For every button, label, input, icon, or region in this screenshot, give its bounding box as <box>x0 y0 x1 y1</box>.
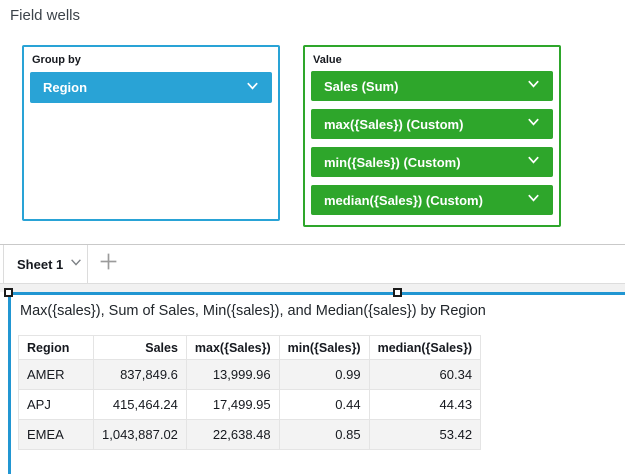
value-cell: 53.42 <box>369 420 480 450</box>
chevron-down-icon[interactable] <box>526 190 541 210</box>
pill-label: Region <box>43 80 245 95</box>
group-by-field-pill[interactable]: Region <box>30 72 272 103</box>
pill-label: Sales (Sum) <box>324 79 526 94</box>
table-row: APJ415,464.2417,499.950.4444.43 <box>19 390 481 420</box>
sheet-tab-bar: Sheet 1 <box>0 245 625 283</box>
column-header[interactable]: median({Sales}) <box>369 336 480 360</box>
value-cell: 0.99 <box>279 360 369 390</box>
value-cell: 0.85 <box>279 420 369 450</box>
visual-selection-border-left <box>8 292 11 474</box>
pill-label: min({Sales}) (Custom) <box>324 155 526 170</box>
region-cell: APJ <box>19 390 94 420</box>
chevron-down-icon[interactable] <box>245 78 260 98</box>
sheet-tab[interactable]: Sheet 1 <box>3 245 88 283</box>
value-cell: 837,849.6 <box>94 360 187 390</box>
region-cell: AMER <box>19 360 94 390</box>
plus-icon <box>98 251 119 277</box>
value-field-pill[interactable]: min({Sales}) (Custom) <box>311 147 553 177</box>
value-cell: 44.43 <box>369 390 480 420</box>
chevron-down-icon[interactable] <box>69 255 83 274</box>
resize-handle-top-center[interactable] <box>393 288 402 297</box>
column-header[interactable]: Sales <box>94 336 187 360</box>
visual-selection-border-top <box>8 292 625 295</box>
region-cell: EMEA <box>19 420 94 450</box>
value-field-pill[interactable]: median({Sales}) (Custom) <box>311 185 553 215</box>
column-header[interactable]: min({Sales}) <box>279 336 369 360</box>
value-cell: 0.44 <box>279 390 369 420</box>
data-table: RegionSalesmax({Sales})min({Sales})media… <box>18 335 481 450</box>
chevron-down-icon[interactable] <box>526 76 541 96</box>
add-sheet-button[interactable] <box>95 245 121 283</box>
value-cell: 17,499.95 <box>186 390 279 420</box>
value-field-pill[interactable]: Sales (Sum) <box>311 71 553 101</box>
table-row: EMEA1,043,887.0222,638.480.8553.42 <box>19 420 481 450</box>
column-header[interactable]: Region <box>19 336 94 360</box>
chevron-down-icon[interactable] <box>526 114 541 134</box>
visual-title: Max({sales}), Sum of Sales, Min({sales})… <box>20 303 486 319</box>
value-label: Value <box>313 54 342 66</box>
value-field-well[interactable]: Value Sales (Sum) max({Sales}) (Custom) mi… <box>303 45 561 227</box>
value-cell: 13,999.96 <box>186 360 279 390</box>
pill-label: median({Sales}) (Custom) <box>324 193 526 208</box>
value-cell: 415,464.24 <box>94 390 187 420</box>
column-header[interactable]: max({Sales}) <box>186 336 279 360</box>
quicksight-analysis-view: Field wells Group by Region Value Sales … <box>0 0 625 474</box>
field-wells-title: Field wells <box>10 7 80 24</box>
sheet-tab-label: Sheet 1 <box>17 257 63 272</box>
group-by-field-well[interactable]: Group by Region <box>22 45 280 221</box>
value-cell: 22,638.48 <box>186 420 279 450</box>
sheet-canvas <box>0 283 625 292</box>
chevron-down-icon[interactable] <box>526 152 541 172</box>
table-header-row: RegionSalesmax({Sales})min({Sales})media… <box>19 336 481 360</box>
value-field-pill[interactable]: max({Sales}) (Custom) <box>311 109 553 139</box>
table-row: AMER837,849.613,999.960.9960.34 <box>19 360 481 390</box>
value-cell: 1,043,887.02 <box>94 420 187 450</box>
value-cell: 60.34 <box>369 360 480 390</box>
group-by-label: Group by <box>32 54 81 66</box>
pill-label: max({Sales}) (Custom) <box>324 117 526 132</box>
resize-handle-top-left[interactable] <box>4 288 13 297</box>
